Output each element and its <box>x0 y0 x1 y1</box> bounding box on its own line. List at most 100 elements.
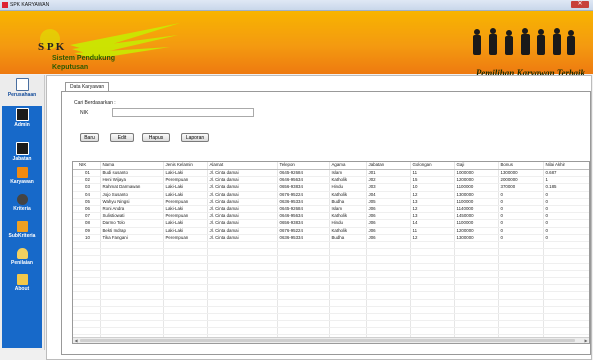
logo: S P K Sistem Pendukung Keputusan <box>34 33 164 75</box>
table-cell <box>410 299 455 307</box>
table-cell <box>277 263 330 271</box>
table-cell <box>207 320 278 329</box>
scroll-right-icon[interactable]: ▶ <box>583 338 589 343</box>
table-cell <box>207 327 278 336</box>
table-cell: 2000000 <box>498 176 544 185</box>
empty-row <box>73 241 589 250</box>
sidebar-item-label: Admin <box>14 122 30 128</box>
sidebar-item-admin[interactable]: Admin <box>2 108 42 128</box>
table-cell <box>543 284 589 293</box>
table-cell <box>100 284 164 293</box>
laporan-button[interactable]: Laporan <box>181 133 209 142</box>
app-icon <box>15 108 29 121</box>
column-header[interactable]: Jenis Kelamin <box>163 162 208 170</box>
column-header[interactable]: Nilai Akhir <box>543 162 589 170</box>
table-cell: Jl. Cinta damai <box>207 183 278 192</box>
sidebar-item-about[interactable]: About <box>2 274 42 292</box>
sidebar-item-perusahaan[interactable]: Perusahaan <box>2 78 42 98</box>
app-icon <box>15 142 29 155</box>
column-header[interactable]: Nama <box>100 162 164 170</box>
column-header[interactable]: Gaji <box>454 162 499 170</box>
table-cell: 15 <box>410 176 455 185</box>
table-row[interactable]: 10 Tika Fangani Perempuan Jl. Cinta damai 06… <box>73 234 589 243</box>
sidebar-item-label: Penilaian <box>11 260 33 266</box>
sidebar-item-kriteria[interactable]: Kriteria <box>2 194 42 212</box>
table-cell: Katholik <box>329 176 367 185</box>
table-cell: 0.185 <box>543 183 589 192</box>
column-header[interactable]: Bonus <box>498 162 544 170</box>
table-cell: 10 <box>410 183 455 192</box>
table-row[interactable]: 04 Jojo Susanto Laki-Laki Jl. Cinta damai 06… <box>73 191 589 199</box>
table-row[interactable]: 08 Darmo Tolo Laki-Laki Jl. Cinta damai 0656… <box>73 219 589 228</box>
table-cell: 0636-95334 <box>277 234 330 243</box>
table-cell: Islam <box>329 169 367 178</box>
header-banner: S P K Sistem Pendukung Keputusan Pemilih… <box>0 11 593 78</box>
close-button[interactable]: ✕ <box>571 1 589 8</box>
table-cell: 0 <box>498 219 544 228</box>
column-header[interactable]: Jabatan <box>366 162 411 170</box>
sidebar-item-subkriteria[interactable]: SubKriteria <box>2 221 42 239</box>
table-cell: 0 <box>498 191 544 199</box>
table-row[interactable]: 07 Sulistiowati Perempuan Jl. Cinta damai 06… <box>73 212 589 221</box>
column-header[interactable]: NIK <box>73 162 101 170</box>
table-cell <box>543 306 589 314</box>
table-row[interactable]: 05 Wahyu Ningsi Perempuan Jl. Cinta damai 06… <box>73 198 589 207</box>
baru-button[interactable]: Baru <box>80 133 99 142</box>
table-cell: Islam <box>329 205 367 214</box>
table-cell <box>207 313 278 322</box>
table-cell: 0 <box>543 227 589 235</box>
table-cell <box>207 270 278 278</box>
table-cell <box>163 299 208 307</box>
table-row[interactable]: 06 Roni Andra Laki-Laki Jl. Cinta damai 0645… <box>73 205 589 214</box>
table-cell <box>454 306 499 314</box>
table-cell <box>366 306 411 314</box>
table-cell: 09 <box>73 227 101 235</box>
table-cell <box>543 313 589 322</box>
table-cell <box>329 248 367 257</box>
table-cell <box>207 306 278 314</box>
table-cell <box>207 284 278 293</box>
karyawan-table[interactable]: NIK Nama Jenis Kelamin Alamat Telepon Agama Ja… <box>72 161 590 344</box>
table-cell <box>366 320 411 329</box>
table-cell: 0 <box>498 205 544 214</box>
table-cell <box>207 299 278 307</box>
scrollbar-thumb[interactable] <box>80 339 575 342</box>
column-header[interactable]: Alamat <box>207 162 278 170</box>
table-cell: 13 <box>410 212 455 221</box>
tab-panel: Cari Berdasarkan : NIK Baru Edit Hapus L… <box>61 91 591 355</box>
table-row[interactable]: 03 Rahmat Darmawan Laki-Laki Jl. Cinta dama… <box>73 183 589 192</box>
table-cell: J05 <box>366 198 411 207</box>
scroll-left-icon[interactable]: ◀ <box>73 338 79 343</box>
nik-search-input[interactable] <box>112 108 254 117</box>
sidebar-item-jabatan[interactable]: Jabatan <box>2 142 42 162</box>
table-cell: 0646-95634 <box>277 176 330 185</box>
table-row[interactable]: 01 Budi susanto Laki-Laki Jl. Cinta damai 06… <box>73 169 589 178</box>
window-title: SPK KARYAWAN <box>10 2 50 8</box>
sun-icon <box>16 167 28 178</box>
check-icon <box>16 221 28 232</box>
table-cell <box>498 320 544 329</box>
table-cell <box>207 277 278 286</box>
table-cell <box>277 255 330 264</box>
column-header[interactable]: Agama <box>329 162 367 170</box>
table-cell: 0676-95224 <box>277 227 330 235</box>
empty-row <box>73 327 589 336</box>
horizontal-scrollbar[interactable]: ◀ ▶ <box>73 337 589 343</box>
table-cell <box>277 248 330 257</box>
column-header[interactable]: Telepon <box>277 162 330 170</box>
table-cell: 04 <box>73 191 101 199</box>
table-cell: Katholik <box>329 212 367 221</box>
sidebar-item-penilaian[interactable]: Penilaian <box>2 248 42 266</box>
table-cell: Jl. Cinta damai <box>207 169 278 178</box>
hapus-button[interactable]: Hapus <box>142 133 170 142</box>
table-cell <box>454 277 499 286</box>
sidebar-item-karyawan[interactable]: Karyawan <box>2 167 42 185</box>
table-cell <box>329 263 367 271</box>
table-cell <box>207 291 278 300</box>
table-row[interactable]: 09 Bekti Indrap Laki-Laki Jl. Cinta damai 06… <box>73 227 589 235</box>
column-header[interactable]: Golongan <box>410 162 455 170</box>
table-cell: 12 <box>410 205 455 214</box>
table-row[interactable]: 02 Heni Wijaya Perempuan Jl. Cinta damai 064… <box>73 176 589 185</box>
table-cell <box>543 291 589 300</box>
edit-button[interactable]: Edit <box>110 133 134 142</box>
